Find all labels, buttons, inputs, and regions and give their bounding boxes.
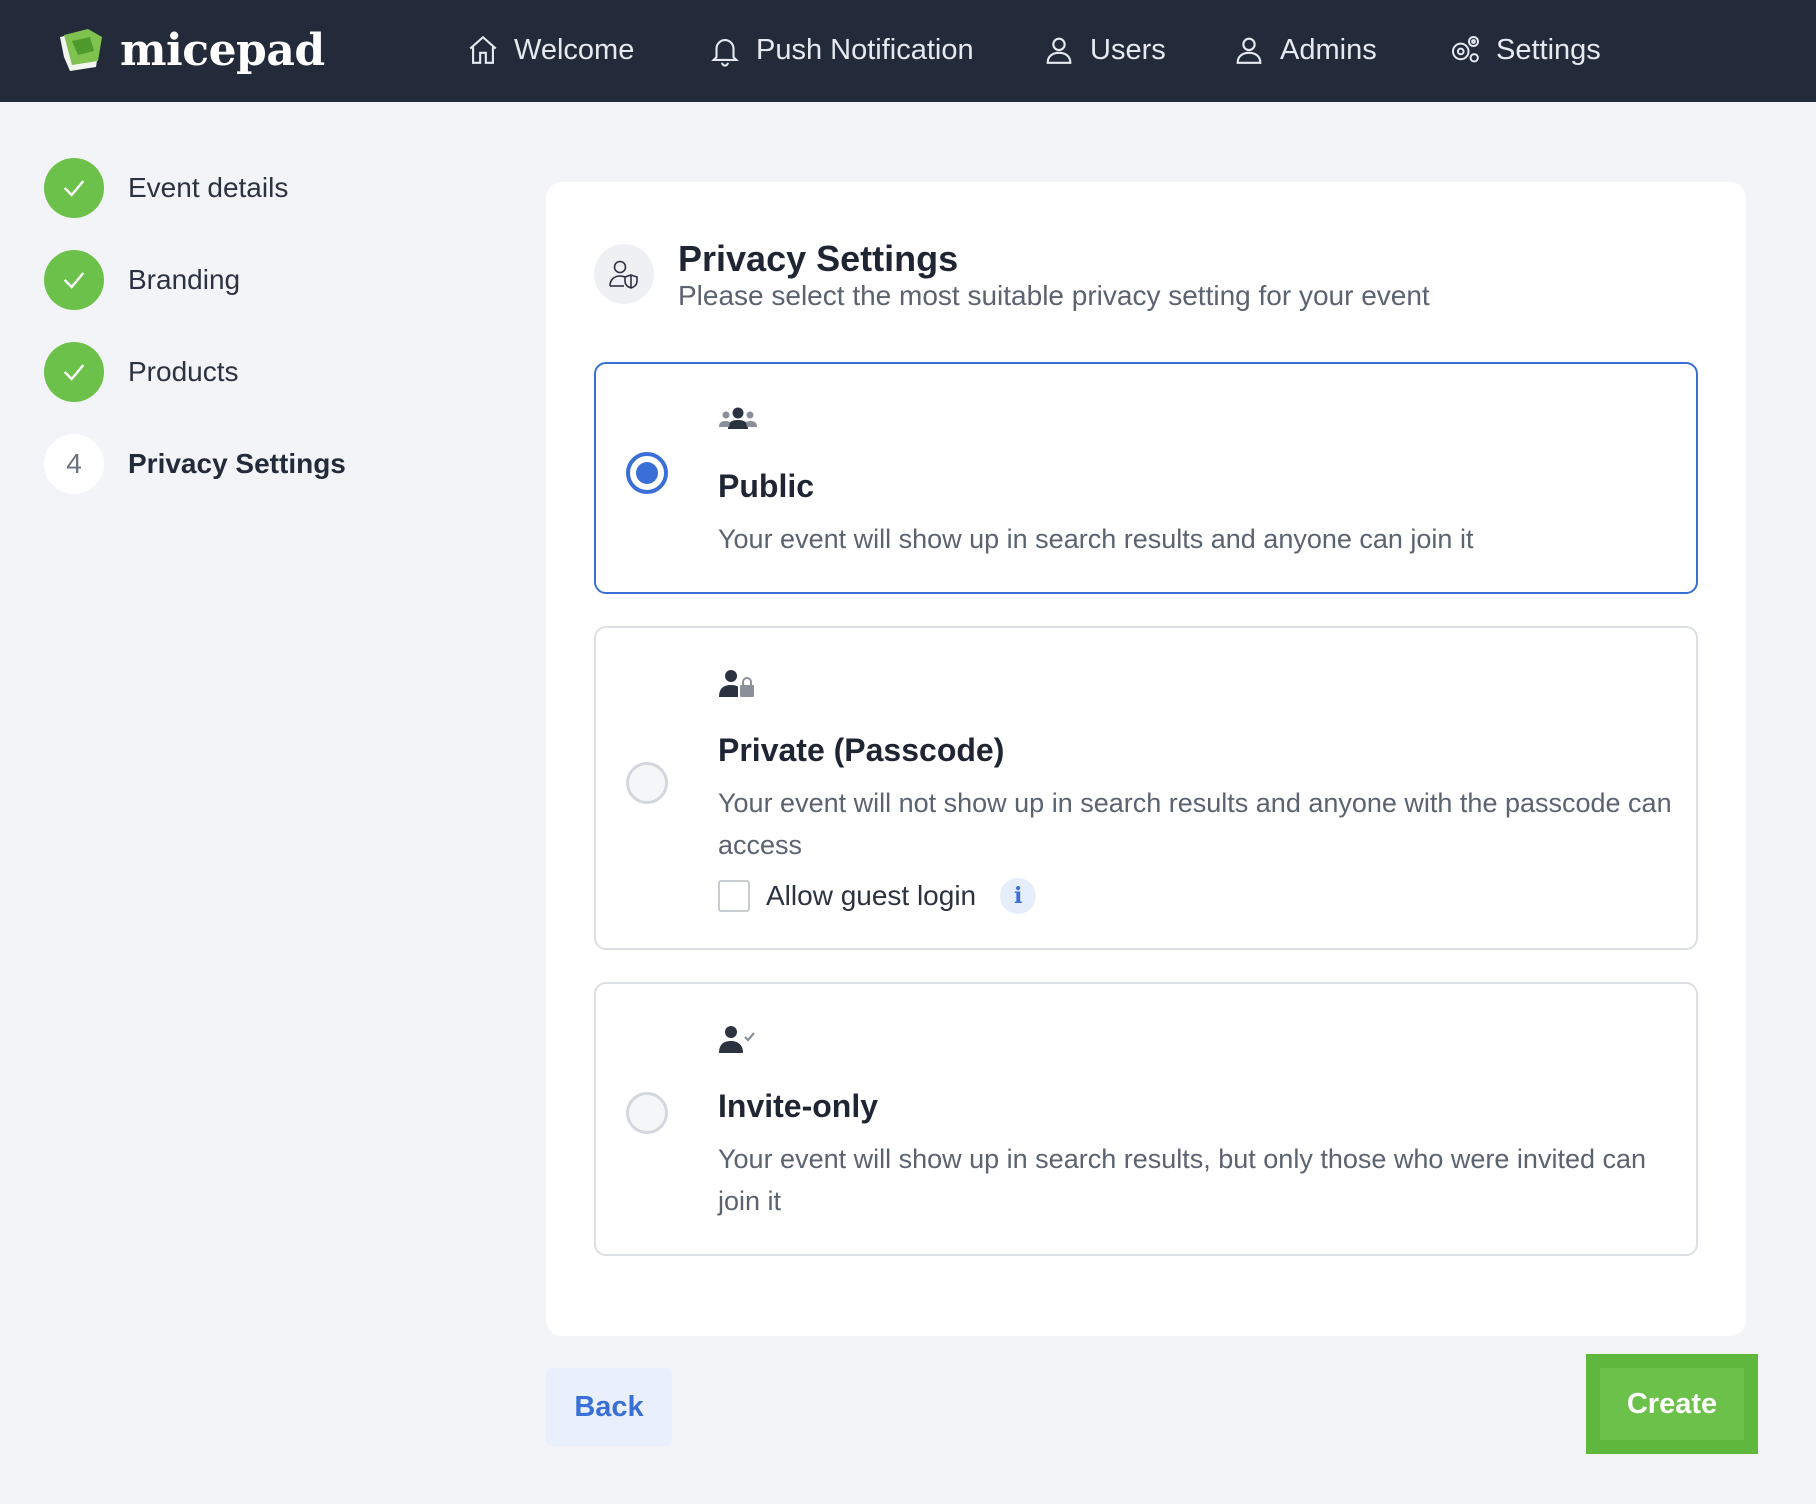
card-title: Privacy Settings [678,238,959,279]
top-navigation-bar: micepad Welcome Push Notification Users … [0,0,1816,102]
privacy-settings-card: Privacy Settings Please select the most … [546,182,1746,1336]
user-shield-icon [594,244,654,304]
privacy-option-private-passcode[interactable]: Private (Passcode) Your event will not s… [594,626,1698,950]
checkmark-icon [63,272,85,289]
radio-private-passcode[interactable] [626,762,668,804]
step-privacy-settings[interactable]: 4 Privacy Settings [44,434,346,494]
nav-item-admins[interactable]: Admins [1232,30,1377,70]
step-branding[interactable]: Branding [44,250,240,310]
step-complete-badge [44,250,104,310]
nav-item-push-notification[interactable]: Push Notification [708,30,974,70]
step-event-details[interactable]: Event details [44,158,288,218]
home-icon [469,35,497,64]
option-title: Public [718,468,815,504]
privacy-option-invite-only[interactable]: Invite-only Your event will show up in s… [594,982,1698,1256]
nav-item-settings[interactable]: Settings [1448,30,1601,70]
option-title: Invite-only [718,1088,879,1124]
micepad-logo[interactable]: micepad [56,24,325,76]
step-complete-badge [44,342,104,402]
step-label: Products [128,356,239,387]
brand-name: micepad [120,24,325,76]
option-description: Your event will not show up in search re… [718,788,1672,860]
nav-label: Admins [1280,33,1377,66]
nav-item-welcome[interactable]: Welcome [466,30,634,70]
allow-guest-login-row: Allow guest login i [718,878,1037,914]
option-description: Your event will show up in search result… [718,1144,1647,1216]
nav-item-users[interactable]: Users [1042,30,1166,70]
nav-label: Push Notification [756,33,974,66]
allow-guest-login-label[interactable]: Allow guest login [766,880,976,912]
option-description: Your event will show up in search result… [718,524,1474,554]
step-label: Event details [128,172,289,203]
nav-label: Settings [1496,33,1601,66]
option-title: Private (Passcode) [718,732,1005,768]
user-lock-icon [719,670,754,697]
create-button[interactable]: Create [1586,1354,1758,1454]
radio-public[interactable] [626,452,668,494]
card-subtitle: Please select the most suitable privacy … [678,280,1430,311]
step-label: Branding [128,264,241,295]
gears-icon [1451,35,1480,63]
group-icon [719,407,757,429]
step-label: Privacy Settings [128,448,346,479]
step-complete-badge [44,158,104,218]
micepad-logo-icon [60,29,102,71]
privacy-option-public[interactable]: Public Your event will show up in search… [594,362,1698,594]
radio-invite-only[interactable] [626,1092,668,1134]
user-icon [1046,37,1072,64]
checkmark-icon [63,364,85,381]
nav-label: Welcome [514,33,635,66]
checkmark-icon [63,180,85,197]
bell-icon [711,39,739,67]
allow-guest-login-checkbox[interactable] [718,880,750,912]
info-icon[interactable]: i [1000,878,1037,914]
step-products[interactable]: Products [44,342,239,402]
nav-label: Users [1090,33,1166,66]
step-number-badge: 4 [44,434,104,494]
user-icon [1236,37,1262,64]
back-button[interactable]: Back [546,1368,672,1446]
user-check-icon [719,1026,755,1053]
